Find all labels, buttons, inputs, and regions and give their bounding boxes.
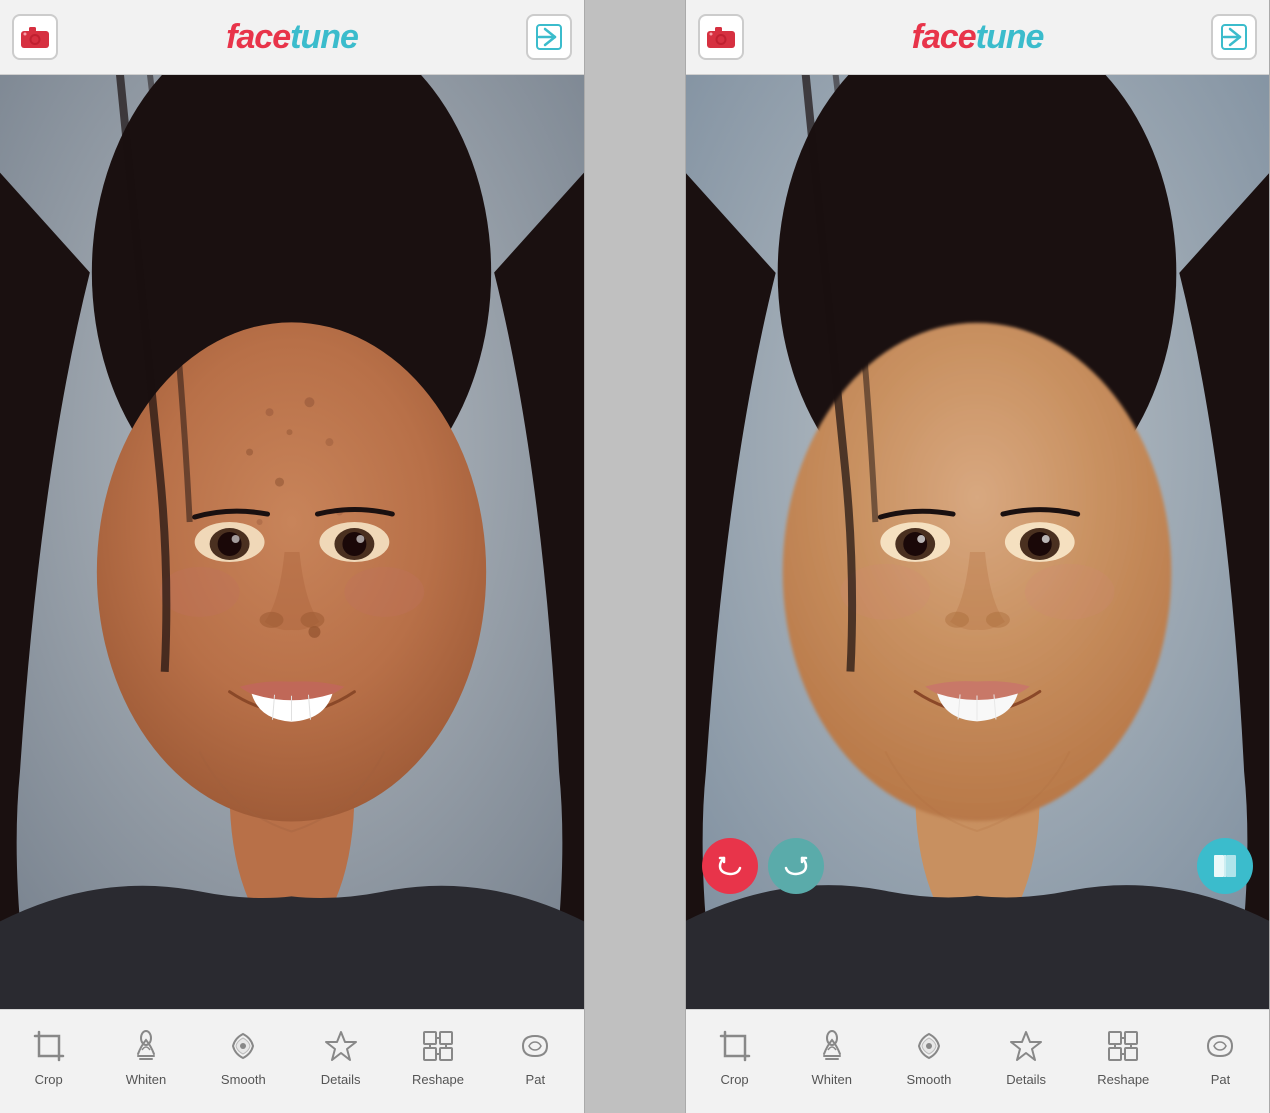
share-button-right[interactable] (1211, 14, 1257, 60)
right-header: facetune (686, 0, 1269, 75)
crop-label-right: Crop (720, 1072, 748, 1087)
camera-button-left[interactable] (12, 14, 58, 60)
tool-reshape-left[interactable]: Reshape (389, 1020, 486, 1087)
crop-icon-right (713, 1024, 757, 1068)
details-icon-left (319, 1024, 363, 1068)
camera-icon-right (707, 26, 735, 48)
redo-button[interactable] (768, 838, 824, 894)
smooth-icon-right (907, 1024, 951, 1068)
app-logo-right: facetune (912, 18, 1044, 57)
panel-divider (585, 0, 685, 1113)
details-label-left: Details (321, 1072, 361, 1087)
share-icon-left (535, 23, 563, 51)
tool-smooth-right[interactable]: Smooth (880, 1020, 977, 1087)
before-face-illustration (0, 75, 584, 1009)
smooth-label-right: Smooth (907, 1072, 952, 1087)
crop-icon-left (27, 1024, 71, 1068)
tool-patch-left[interactable]: Pat (487, 1020, 584, 1087)
patch-icon-left (513, 1024, 557, 1068)
whiten-label-right: Whiten (812, 1072, 852, 1087)
undo-icon (716, 852, 744, 880)
right-toolbar: Crop Whiten (686, 1009, 1269, 1113)
compare-button[interactable] (1197, 838, 1253, 894)
reshape-icon-right (1101, 1024, 1145, 1068)
left-header: facetune (0, 0, 584, 75)
tool-whiten-right[interactable]: Whiten (783, 1020, 880, 1087)
details-icon-right (1004, 1024, 1048, 1068)
reshape-icon-left (416, 1024, 460, 1068)
left-panel: facetune (0, 0, 585, 1113)
reshape-label-left: Reshape (412, 1072, 464, 1087)
patch-label-right: Pat (1211, 1072, 1231, 1087)
reshape-label-right: Reshape (1097, 1072, 1149, 1087)
compare-icon (1211, 852, 1239, 880)
tool-details-left[interactable]: Details (292, 1020, 389, 1087)
redo-icon (782, 852, 810, 880)
share-button-left[interactable] (526, 14, 572, 60)
tool-patch-right[interactable]: Pat (1172, 1020, 1269, 1087)
tool-reshape-right[interactable]: Reshape (1075, 1020, 1172, 1087)
smooth-label-left: Smooth (221, 1072, 266, 1087)
patch-icon-right (1198, 1024, 1242, 1068)
whiten-icon-left (124, 1024, 168, 1068)
tool-details-right[interactable]: Details (978, 1020, 1075, 1087)
whiten-icon-right (810, 1024, 854, 1068)
action-buttons (686, 838, 1269, 894)
patch-label-left: Pat (526, 1072, 546, 1087)
crop-label-left: Crop (35, 1072, 63, 1087)
left-toolbar: Crop Whiten (0, 1009, 584, 1113)
smooth-icon-left (221, 1024, 265, 1068)
tool-whiten-left[interactable]: Whiten (97, 1020, 194, 1087)
undo-button[interactable] (702, 838, 758, 894)
whiten-label-left: Whiten (126, 1072, 166, 1087)
camera-icon-left (21, 26, 49, 48)
tool-crop-right[interactable]: Crop (686, 1020, 783, 1087)
tool-crop-left[interactable]: Crop (0, 1020, 97, 1087)
share-icon-right (1220, 23, 1248, 51)
photo-before (0, 75, 584, 1009)
details-label-right: Details (1006, 1072, 1046, 1087)
camera-button-right[interactable] (698, 14, 744, 60)
photo-after (686, 75, 1269, 1009)
app-logo-left: facetune (226, 18, 358, 57)
right-panel: facetune (685, 0, 1270, 1113)
tool-smooth-left[interactable]: Smooth (195, 1020, 292, 1087)
